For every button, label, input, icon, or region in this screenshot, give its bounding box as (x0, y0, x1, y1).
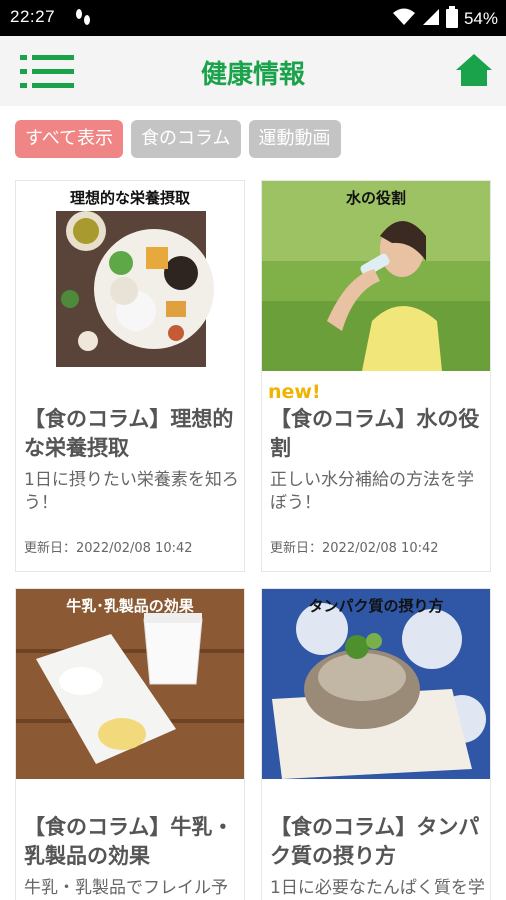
article-title: 【食のコラム】理想的な栄養摂取 (24, 407, 234, 460)
article-image: 牛乳･乳製品の効果 (16, 589, 244, 779)
home-icon (456, 54, 492, 86)
app-header: 健康情報 (0, 36, 506, 106)
wifi-icon (392, 7, 416, 31)
battery-icon (445, 6, 458, 32)
signal-icon (422, 7, 440, 31)
updated-date: 更新日：2022/02/08 10:42 (24, 541, 193, 556)
article-image: タンパク質の摂り方 (262, 589, 490, 779)
article-description: 正しい水分補給の方法を学ぼう！ (270, 470, 474, 513)
article-description: 1日に必要なたんぱく質を学ぼう！ (270, 878, 485, 898)
filter-all[interactable]: すべて表示 (15, 120, 124, 158)
page-title: 健康情報 (200, 60, 305, 90)
updated-date: 更新日：2022/02/08 10:42 (270, 541, 439, 556)
article-card[interactable]: 理想的な栄養摂取 【食のコラム】理想的な栄養摂取 1日に摂りたい栄養素を知ろう！… (15, 180, 245, 572)
status-time: 22:27 (10, 7, 56, 26)
article-description: 1日に摂りたい栄養素を知ろう！ (24, 470, 239, 513)
image-caption: 牛乳･乳製品の効果 (66, 597, 194, 615)
article-card[interactable]: 牛乳･乳製品の効果 【食のコラム】牛乳・乳製品の効果 牛乳・乳製品でフレイル予防… (15, 588, 245, 900)
article-card[interactable]: 水の役割 new! 【食のコラム】水の役割 正しい水分補給の方法を学ぼう！ 更新… (261, 180, 491, 572)
article-image: 理想的な栄養摂取 (16, 181, 244, 371)
filter-exercise-video[interactable]: 運動動画 (248, 120, 341, 158)
footsteps-icon (74, 8, 92, 32)
image-caption: タンパク質の摂り方 (308, 597, 444, 615)
battery-percent: 54% (463, 9, 498, 28)
article-title: 【食のコラム】牛乳・乳製品の効果 (24, 815, 234, 868)
article-title: 【食のコラム】タンパク質の摂り方 (270, 815, 480, 868)
image-caption: 理想的な栄養摂取 (69, 189, 190, 207)
filter-bar: すべて表示 食のコラム 運動動画 (15, 120, 341, 158)
article-card[interactable]: タンパク質の摂り方 【食のコラム】タンパク質の摂り方 1日に必要なたんぱく質を学… (261, 588, 491, 900)
status-bar: 22:27 54% (0, 0, 506, 36)
article-title: 【食のコラム】水の役割 (270, 407, 480, 460)
new-badge: new! (268, 381, 321, 403)
image-caption: 水の役割 (345, 189, 406, 207)
article-image: 水の役割 (262, 181, 490, 371)
article-description: 牛乳・乳製品でフレイル予防や筋肉をつけよう！ (24, 878, 228, 898)
filter-food-column[interactable]: 食のコラム (131, 120, 241, 158)
home-button[interactable] (454, 52, 494, 88)
